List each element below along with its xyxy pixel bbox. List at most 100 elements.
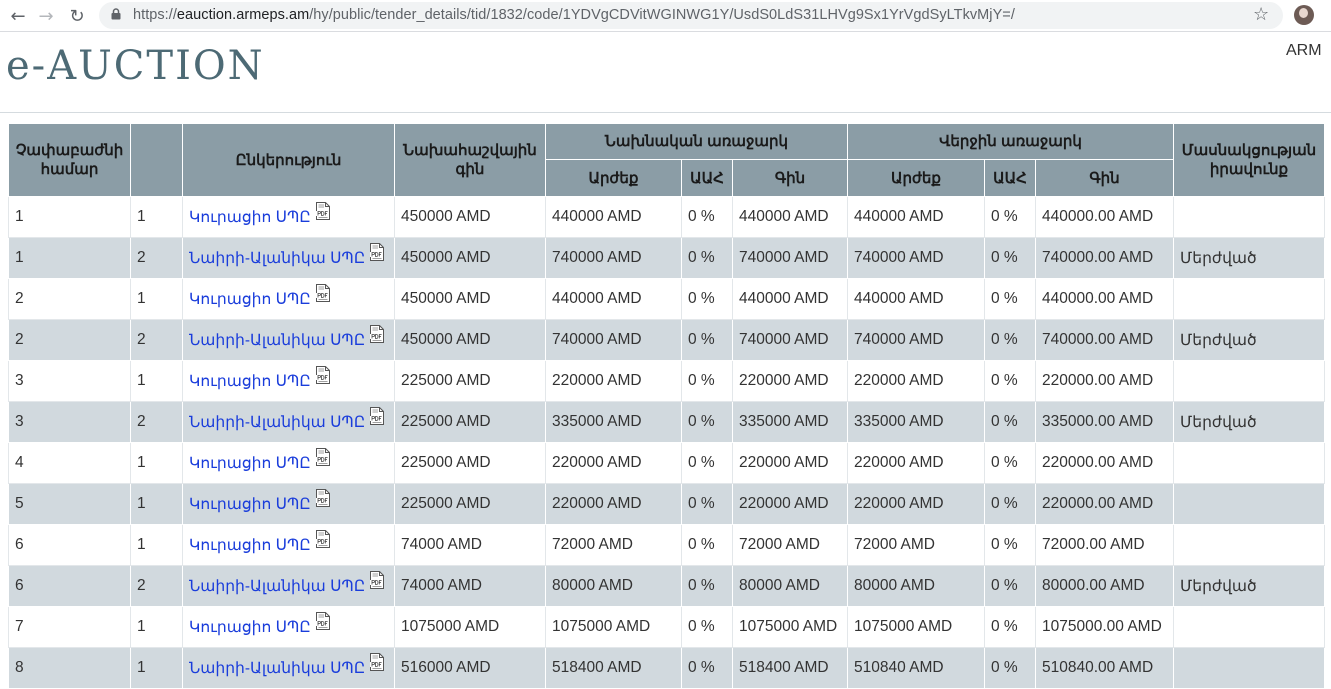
cell-company: Կուրացիո ՍՊԸ bbox=[182, 606, 395, 648]
cell-participation-right: Մերժված bbox=[1173, 401, 1325, 443]
company-link[interactable]: Կուրացիո ՍՊԸ bbox=[189, 373, 311, 390]
star-icon[interactable]: ☆ bbox=[1253, 4, 1269, 25]
company-link[interactable]: Կուրացիո ՍՊԸ bbox=[189, 496, 311, 513]
pdf-icon[interactable] bbox=[369, 242, 385, 261]
cell-final-value: 440000 AMD bbox=[847, 196, 985, 238]
cell-initial-vat: 0 % bbox=[681, 606, 733, 648]
cell-estimated-price: 450000 AMD bbox=[394, 319, 546, 361]
table-row: 1 1 Կուրացիո ՍՊԸ 450000 AMD 440000 AMD 0 % 440… bbox=[8, 196, 1325, 238]
reload-icon[interactable]: ↻ bbox=[65, 4, 89, 28]
cell-lot-number: 4 bbox=[8, 442, 131, 484]
cell-rank: 1 bbox=[130, 360, 183, 402]
table-row: 7 1 Կուրացիո ՍՊԸ 1075000 AMD 1075000 AMD 0 % 1… bbox=[8, 606, 1325, 648]
cell-rank: 1 bbox=[130, 442, 183, 484]
pdf-icon[interactable] bbox=[315, 283, 331, 302]
cell-company: Կուրացիո ՍՊԸ bbox=[182, 524, 395, 566]
url-text[interactable]: https://eauction.armeps.am/hy/public/ten… bbox=[133, 7, 1015, 23]
company-link[interactable]: Կուրացիո ՍՊԸ bbox=[189, 291, 311, 308]
table-row: 3 1 Կուրացիո ՍՊԸ 225000 AMD 220000 AMD 0 % 220… bbox=[8, 360, 1325, 402]
avatar[interactable] bbox=[1294, 5, 1314, 25]
cell-company: Կուրացիո ՍՊԸ bbox=[182, 196, 395, 238]
cell-participation-right bbox=[1173, 483, 1325, 525]
company-link[interactable]: Նաիրի-Ալանիկա ՍՊԸ bbox=[189, 250, 365, 267]
cell-lot-number: 2 bbox=[8, 319, 131, 361]
pdf-icon[interactable] bbox=[369, 652, 385, 671]
cell-estimated-price: 450000 AMD bbox=[394, 278, 546, 320]
url-path: /hy/public/tender_details/tid/1832/code/… bbox=[309, 7, 1015, 23]
cell-initial-value: 740000 AMD bbox=[545, 319, 682, 361]
table-row: 2 2 Նաիրի-Ալանիկա ՍՊԸ 450000 AMD 740000 AMD 0… bbox=[8, 319, 1325, 361]
company-link[interactable]: Կուրացիո ՍՊԸ bbox=[189, 619, 311, 636]
header-initial-vat: ԱԱՀ bbox=[681, 159, 733, 197]
pdf-icon[interactable] bbox=[315, 447, 331, 466]
cell-estimated-price: 74000 AMD bbox=[394, 524, 546, 566]
cell-estimated-price: 450000 AMD bbox=[394, 196, 546, 238]
company-link[interactable]: Նաիրի-Ալանիկա ՍՊԸ bbox=[189, 414, 365, 431]
cell-initial-value: 518400 AMD bbox=[545, 647, 682, 689]
forward-icon[interactable]: → bbox=[34, 4, 58, 28]
pdf-icon[interactable] bbox=[315, 611, 331, 630]
cell-initial-price: 335000 AMD bbox=[732, 401, 848, 443]
header-participation-right: Մասնակցության իրավունք bbox=[1173, 123, 1325, 197]
company-link[interactable]: Նաիրի-Ալանիկա ՍՊԸ bbox=[189, 332, 365, 349]
cell-initial-value: 220000 AMD bbox=[545, 483, 682, 525]
cell-initial-price: 1075000 AMD bbox=[732, 606, 848, 648]
pdf-icon[interactable] bbox=[315, 365, 331, 384]
company-link[interactable]: Կուրացիո ՍՊԸ bbox=[189, 537, 311, 554]
cell-company: Նաիրի-Ալանիկա ՍՊԸ bbox=[182, 401, 395, 443]
company-link[interactable]: Կուրացիո ՍՊԸ bbox=[189, 209, 311, 226]
cell-lot-number: 3 bbox=[8, 401, 131, 443]
pdf-icon[interactable] bbox=[369, 406, 385, 425]
site-logo[interactable]: e-AUCTION bbox=[6, 43, 265, 89]
cell-final-value: 440000 AMD bbox=[847, 278, 985, 320]
cell-company: Նաիրի-Ալանիկա ՍՊԸ bbox=[182, 319, 395, 361]
cell-final-price: 740000.00 AMD bbox=[1035, 237, 1174, 279]
cell-final-vat: 0 % bbox=[984, 442, 1036, 484]
pdf-icon[interactable] bbox=[369, 570, 385, 589]
cell-initial-price: 220000 AMD bbox=[732, 360, 848, 402]
cell-participation-right: Մերժված bbox=[1173, 319, 1325, 361]
table-row: 2 1 Կուրացիո ՍՊԸ 450000 AMD 440000 AMD 0 % 440… bbox=[8, 278, 1325, 320]
cell-initial-value: 72000 AMD bbox=[545, 524, 682, 566]
cell-initial-vat: 0 % bbox=[681, 524, 733, 566]
header-rank bbox=[130, 123, 183, 197]
cell-estimated-price: 225000 AMD bbox=[394, 442, 546, 484]
cell-final-value: 1075000 AMD bbox=[847, 606, 985, 648]
cell-final-price: 72000.00 AMD bbox=[1035, 524, 1174, 566]
table-row: 8 1 Նաիրի-Ալանիկա ՍՊԸ 516000 AMD 518400 AMD 0… bbox=[8, 647, 1325, 689]
cell-participation-right bbox=[1173, 647, 1325, 689]
cell-rank: 2 bbox=[130, 401, 183, 443]
cell-final-value: 740000 AMD bbox=[847, 319, 985, 361]
cell-initial-value: 220000 AMD bbox=[545, 360, 682, 402]
header-final-price: Գին bbox=[1035, 159, 1174, 197]
cell-final-value: 80000 AMD bbox=[847, 565, 985, 607]
cell-rank: 2 bbox=[130, 237, 183, 279]
lock-icon[interactable] bbox=[111, 8, 121, 20]
table-row: 6 2 Նաիրի-Ալանիկա ՍՊԸ 74000 AMD 80000 AMD 0 %… bbox=[8, 565, 1325, 607]
pdf-icon[interactable] bbox=[315, 488, 331, 507]
cell-final-price: 440000.00 AMD bbox=[1035, 278, 1174, 320]
cell-rank: 1 bbox=[130, 483, 183, 525]
company-link[interactable]: Նաիրի-Ալանիկա ՍՊԸ bbox=[189, 660, 365, 677]
back-icon[interactable]: ← bbox=[6, 4, 30, 28]
cell-final-vat: 0 % bbox=[984, 401, 1036, 443]
cell-initial-value: 80000 AMD bbox=[545, 565, 682, 607]
cell-initial-price: 740000 AMD bbox=[732, 237, 848, 279]
company-link[interactable]: Նաիրի-Ալանիկա ՍՊԸ bbox=[189, 578, 365, 595]
pdf-icon[interactable] bbox=[315, 529, 331, 548]
table-row: 4 1 Կուրացիո ՍՊԸ 225000 AMD 220000 AMD 0 % 220… bbox=[8, 442, 1325, 484]
company-link[interactable]: Կուրացիո ՍՊԸ bbox=[189, 455, 311, 472]
url-host: eauction.armeps.am bbox=[176, 7, 310, 23]
language-selector[interactable]: ARM bbox=[1286, 42, 1322, 60]
cell-rank: 1 bbox=[130, 647, 183, 689]
cell-final-price: 220000.00 AMD bbox=[1035, 442, 1174, 484]
cell-company: Կուրացիո ՍՊԸ bbox=[182, 442, 395, 484]
header-final-vat: ԱԱՀ bbox=[984, 159, 1036, 197]
pdf-icon[interactable] bbox=[369, 324, 385, 343]
cell-final-price: 335000.00 AMD bbox=[1035, 401, 1174, 443]
cell-initial-price: 220000 AMD bbox=[732, 483, 848, 525]
pdf-icon[interactable] bbox=[315, 201, 331, 220]
url-scheme: https:// bbox=[133, 7, 177, 23]
address-bar[interactable]: https://eauction.armeps.am/hy/public/ten… bbox=[99, 2, 1283, 29]
cell-initial-vat: 0 % bbox=[681, 360, 733, 402]
